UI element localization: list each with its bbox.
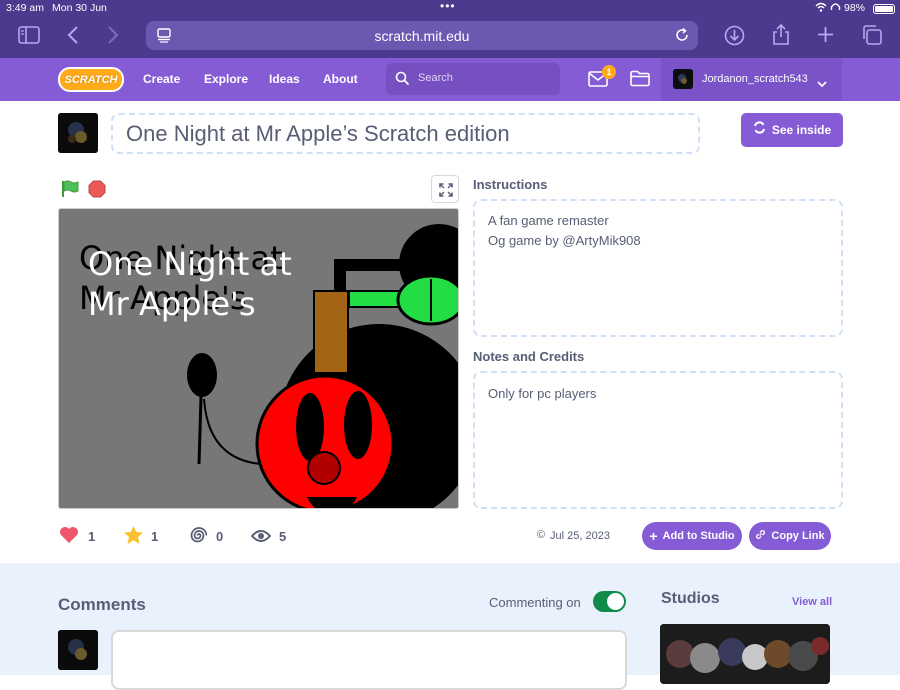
address-bar[interactable]: scratch.mit.edu	[146, 21, 698, 50]
notes-text: Only for pc players	[488, 386, 597, 401]
fullscreen-icon	[439, 183, 453, 202]
avatar	[673, 69, 693, 89]
project-page: One Night at Mr Apple’s Scratch edition …	[0, 101, 900, 563]
plus-icon: +	[649, 528, 658, 544]
project-title-field[interactable]: One Night at Mr Apple’s Scratch edition	[111, 113, 700, 154]
status-time: 3:49 am	[6, 2, 44, 14]
stop-sign-icon[interactable]	[88, 180, 106, 203]
nav-explore[interactable]: Explore	[204, 72, 248, 86]
author-avatar[interactable]	[58, 113, 98, 153]
instructions-heading: Instructions	[473, 177, 548, 192]
scratch-navbar: SCRATCH Create Explore Ideas About Searc…	[0, 58, 900, 101]
wifi-icon	[815, 2, 827, 15]
remix-count: 0	[216, 529, 224, 544]
tabs-overview-icon[interactable]	[861, 24, 883, 51]
comments-heading: Comments	[58, 595, 146, 614]
new-tab-icon[interactable]	[816, 25, 835, 49]
green-flag-icon[interactable]	[61, 180, 79, 203]
project-stage[interactable]: One Night at Mr Apple's One Night at Mr …	[58, 208, 459, 509]
instructions-line-2: Og game by @ArtyMik908	[488, 233, 641, 248]
studios-heading: Studios	[661, 590, 720, 607]
commenting-toggle[interactable]	[593, 591, 626, 612]
view-all-link[interactable]: View all	[792, 596, 832, 608]
love-count: 1	[88, 529, 96, 544]
add-to-studio-button[interactable]: + Add to Studio	[642, 522, 742, 550]
account-menu[interactable]: Jordanon_scratch543	[661, 58, 842, 101]
search-input[interactable]: Search	[386, 63, 560, 95]
toggle-knob	[607, 593, 624, 610]
favorite-star-icon[interactable]	[123, 525, 144, 550]
status-bar: 3:49 am Mon 30 Jun ••• 98%	[0, 0, 900, 17]
project-date: Jul 25, 2023	[550, 530, 610, 542]
battery-icon	[873, 4, 895, 14]
studio-thumbnail[interactable]	[660, 624, 830, 684]
love-heart-icon[interactable]	[59, 526, 79, 549]
search-placeholder: Search	[418, 72, 453, 84]
stage-title-line2: Mr Apple's	[88, 285, 256, 323]
stage-artwork: One Night at Mr Apple's One Night at Mr …	[59, 209, 458, 508]
remix-spiral-icon	[188, 526, 208, 550]
views-eye-icon	[250, 529, 272, 548]
nav-about[interactable]: About	[323, 72, 358, 86]
instructions-line-1: A fan game remaster	[488, 213, 609, 228]
back-icon[interactable]	[66, 25, 80, 50]
username: Jordanon_scratch543	[702, 73, 808, 85]
search-icon	[395, 71, 410, 91]
link-icon	[755, 529, 766, 543]
sidebar-icon[interactable]	[18, 26, 40, 49]
browser-toolbar: scratch.mit.edu	[0, 17, 900, 58]
url-text: scratch.mit.edu	[374, 28, 470, 44]
nav-create[interactable]: Create	[143, 72, 180, 86]
nav-ideas[interactable]: Ideas	[269, 72, 300, 86]
remix-arrows-icon	[753, 121, 766, 139]
commenter-avatar	[58, 630, 98, 670]
reload-icon[interactable]	[674, 27, 690, 48]
favorite-count: 1	[151, 529, 159, 544]
messages-badge: 1	[602, 65, 616, 79]
views-count: 5	[279, 529, 287, 544]
status-date: Mon 30 Jun	[52, 2, 107, 14]
battery-percent: 98%	[844, 2, 866, 14]
notes-box[interactable]: Only for pc players	[473, 371, 843, 509]
copyright-icon: ©	[537, 529, 546, 541]
headphones-icon	[830, 2, 841, 15]
forward-icon[interactable]	[106, 25, 120, 50]
copy-link-button[interactable]: Copy Link	[749, 522, 831, 550]
fullscreen-button[interactable]	[431, 175, 459, 203]
commenting-label: Commenting on	[489, 595, 581, 610]
see-inside-button[interactable]: See inside	[741, 113, 843, 147]
project-title: One Night at Mr Apple’s Scratch edition	[126, 121, 510, 146]
my-stuff-folder-icon[interactable]	[630, 70, 650, 92]
comment-input[interactable]	[111, 630, 627, 690]
scratch-logo[interactable]: SCRATCH	[58, 67, 124, 92]
instructions-box[interactable]: A fan game remaster Og game by @ArtyMik9…	[473, 199, 843, 337]
chevron-down-icon	[817, 75, 827, 93]
multitask-dots-icon[interactable]: •••	[440, 0, 456, 13]
stage-title-line1: One Night at	[88, 245, 292, 283]
notes-heading: Notes and Credits	[473, 349, 585, 364]
share-icon[interactable]	[771, 23, 791, 51]
download-icon[interactable]	[724, 25, 745, 51]
comments-section: Comments Commenting on Studios View all	[0, 563, 900, 690]
